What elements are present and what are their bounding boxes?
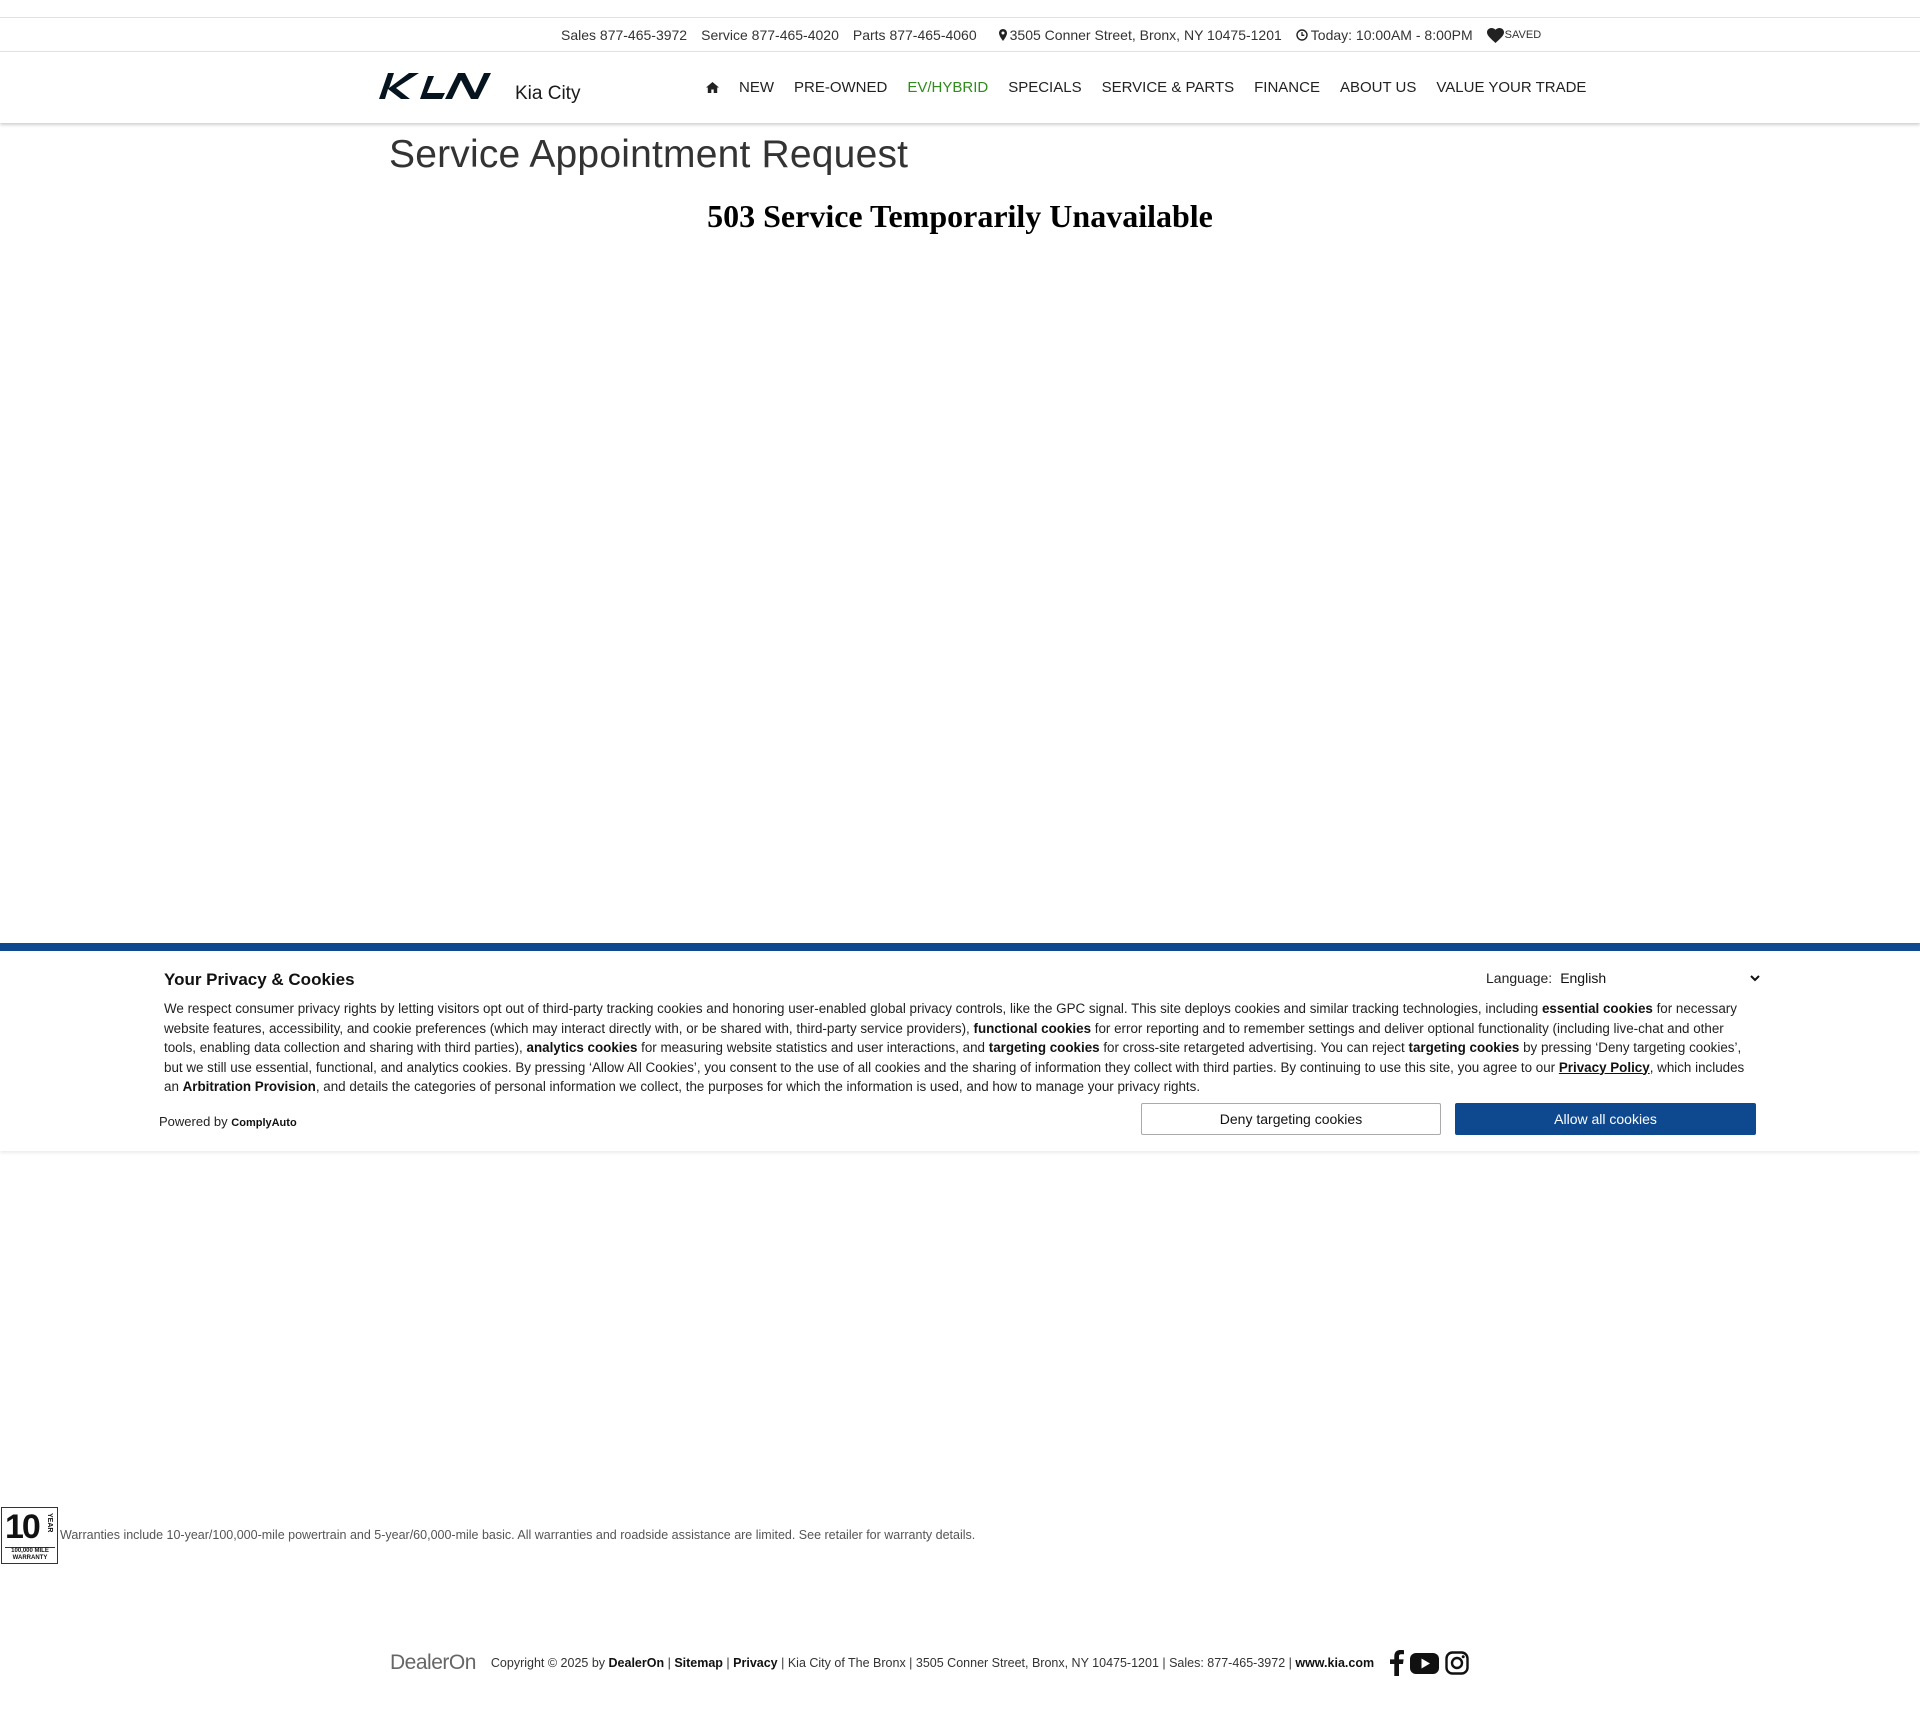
cookie-title: Your Privacy & Cookies [164,970,355,989]
nav-new[interactable]: NEW [739,79,774,96]
cookie-description: We respect consumer privacy rights by le… [164,1001,1745,1094]
nav-ev-hybrid[interactable]: EV/HYBRID [907,79,988,96]
language-picker: Language: English [1486,970,1760,986]
hours-text: Today: 10:00AM - 8:00PM [1310,27,1473,43]
sales-phone-link[interactable]: Sales 877-465-3972 [561,27,687,43]
language-label: Language: [1486,970,1553,986]
hours-link[interactable]: Today: 10:00AM - 8:00PM [1296,27,1473,43]
youtube-icon[interactable] [1410,1652,1440,1674]
targeting-cookies-term: targeting cookies [988,1040,1100,1055]
heart-icon [1486,27,1504,43]
nav-pre-owned[interactable]: PRE-OWNED [794,79,887,96]
utility-bar: Sales 877-465-3972 Service 877-465-4020 … [0,18,1920,52]
kia-website-link[interactable]: www.kia.com [1295,1656,1374,1670]
map-marker-icon [998,29,1007,41]
nav-value-your-trade[interactable]: VALUE YOUR TRADE [1436,79,1586,96]
language-select[interactable]: English [1560,970,1760,986]
functional-cookies-term: functional cookies [973,1020,1092,1036]
facebook-icon[interactable] [1390,1650,1405,1676]
essential-cookies-term: essential cookies [1541,1001,1653,1016]
arbitration-provision-term: Arbitration Provision [182,1079,316,1094]
sitemap-link[interactable]: Sitemap [674,1656,723,1670]
parts-phone-link[interactable]: Parts 877-465-4060 [853,27,977,43]
targeting-cookies-term-2: targeting cookies [1408,1040,1520,1055]
main-nav: NEW PRE-OWNED EV/HYBRID SPECIALS SERVICE… [706,52,1606,123]
complyauto-link[interactable]: ComplyAuto [231,1117,296,1129]
dealer-name[interactable]: Kia City [515,83,580,105]
site-footer: DealerOn Copyright © 2025 by DealerOn | … [390,1648,1469,1678]
warranty-disclaimer: Warranties include 10-year/100,000-mile … [60,1528,976,1542]
dealeron-logo[interactable]: DealerOn [390,1651,476,1675]
instagram-icon[interactable] [1445,1651,1469,1675]
dealeron-link[interactable]: DealerOn [609,1656,665,1670]
address-link[interactable]: 3505 Conner Street, Bronx, NY 10475-1201 [998,27,1282,43]
cookie-banner: Your Privacy & Cookies Language: English… [0,943,1920,1151]
error-message: 503 Service Temporarily Unavailable [707,198,1213,234]
privacy-link[interactable]: Privacy [733,1656,777,1670]
home-icon[interactable] [706,82,719,93]
nav-specials[interactable]: SPECIALS [1008,79,1081,96]
analytics-cookies-term: analytics cookies [526,1040,638,1055]
address-text: 3505 Conner Street, Bronx, NY 10475-1201 [1009,27,1282,43]
nav-service-parts[interactable]: SERVICE & PARTS [1102,79,1235,96]
privacy-policy-link[interactable]: Privacy Policy [1559,1060,1650,1075]
service-phone-link[interactable]: Service 877-465-4020 [701,27,839,43]
site-header: Kia City NEW PRE-OWNED EV/HYBRID SPECIAL… [0,52,1920,123]
clock-icon [1296,29,1308,41]
top-border [0,0,1920,18]
language-value: English [1560,970,1607,986]
nav-finance[interactable]: FINANCE [1254,79,1320,96]
social-links [1384,1650,1469,1676]
page-title: Service Appointment Request [389,133,909,176]
powered-by: Powered by ComplyAuto [159,1114,297,1129]
kia-logo[interactable] [379,72,491,100]
saved-label: SAVED [1504,29,1542,41]
nav-about-us[interactable]: ABOUT US [1340,79,1416,96]
saved-link[interactable]: SAVED [1486,27,1542,43]
warranty-badge: 10 YEAR 100,000 MILE WARRANTY [1,1507,58,1564]
footer-dealer-info: | Kia City of The Bronx | 3505 Conner St… [777,1656,1296,1670]
allow-all-cookies-button[interactable]: Allow all cookies [1455,1103,1756,1135]
deny-targeting-cookies-button[interactable]: Deny targeting cookies [1141,1103,1441,1135]
chevron-down-icon [1750,974,1760,981]
